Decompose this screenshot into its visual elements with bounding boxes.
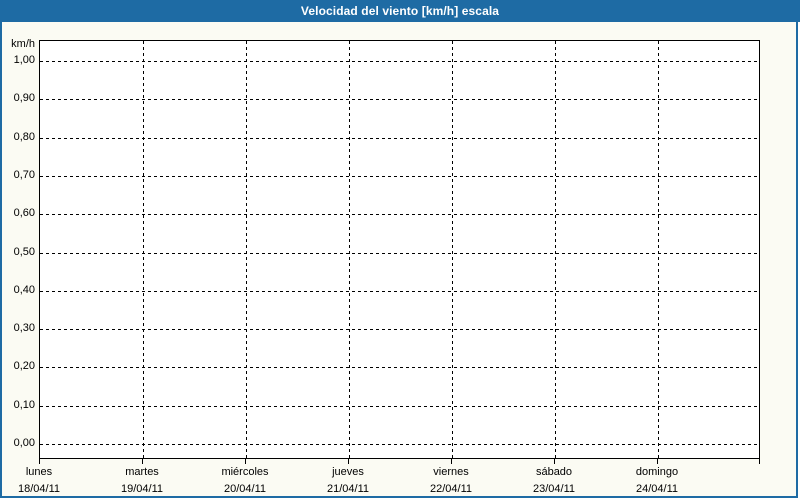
y-axis-tick-label: 0,00 xyxy=(13,437,35,449)
h-gridline xyxy=(40,406,759,407)
h-gridline xyxy=(40,367,759,368)
y-axis-tick-label: 0,20 xyxy=(13,360,35,372)
x-axis-date-label: 18/04/11 xyxy=(17,483,60,495)
x-axis-category-label: jueves 21/04/11 xyxy=(293,465,403,496)
y-axis-tick-label: 0,70 xyxy=(13,169,35,181)
x-axis-tick xyxy=(451,459,452,464)
x-axis-category-label: lunes 18/04/11 xyxy=(0,465,94,496)
x-axis-day-label: martes xyxy=(125,466,159,478)
x-axis-category-label: miércoles 20/04/11 xyxy=(190,465,300,496)
h-gridline xyxy=(40,176,759,177)
h-gridline xyxy=(40,99,759,100)
h-gridline xyxy=(40,138,759,139)
x-axis-tick xyxy=(142,459,143,464)
chart-window: Velocidad del viento [km/h] escala km/h … xyxy=(0,0,800,500)
y-axis-tick-label: 0,90 xyxy=(13,92,35,104)
x-axis-day-label: lunes xyxy=(25,466,53,478)
x-axis-day-label: miércoles xyxy=(221,466,269,478)
x-axis-day-label: domingo xyxy=(635,466,679,478)
x-axis-date-label: 24/04/11 xyxy=(635,483,678,495)
y-axis-tick-label: 1,00 xyxy=(13,54,35,66)
h-gridline xyxy=(40,444,759,445)
v-gridline xyxy=(143,41,144,458)
v-gridline xyxy=(658,41,659,458)
v-gridline xyxy=(246,41,247,458)
x-axis-category-label: martes 19/04/11 xyxy=(87,465,197,496)
x-axis-day-label: sábado xyxy=(535,466,573,478)
h-gridline xyxy=(40,61,759,62)
h-gridline xyxy=(40,329,759,330)
x-axis-date-label: 23/04/11 xyxy=(532,483,575,495)
y-axis-tick-label: 0,40 xyxy=(13,284,35,296)
x-axis-category-label: viernes 22/04/11 xyxy=(396,465,506,496)
plot-area xyxy=(39,40,760,459)
x-axis-date-label: 20/04/11 xyxy=(223,483,266,495)
x-axis-date-label: 22/04/11 xyxy=(429,483,472,495)
v-gridline xyxy=(349,41,350,458)
y-axis-tick-label: 0,10 xyxy=(13,399,35,411)
x-axis-day-label: viernes xyxy=(433,466,469,478)
y-axis-tick-label: 0,50 xyxy=(13,246,35,258)
y-axis-unit-label: km/h xyxy=(11,38,35,50)
v-gridline xyxy=(555,41,556,458)
x-axis-tick xyxy=(657,459,658,464)
x-axis-tick xyxy=(759,459,760,464)
y-axis-tick-label: 0,30 xyxy=(13,322,35,334)
x-axis-tick xyxy=(39,459,40,464)
x-axis-day-label: jueves xyxy=(332,466,364,478)
chart-title: Velocidad del viento [km/h] escala xyxy=(300,4,500,18)
y-axis-tick-label: 0,80 xyxy=(13,131,35,143)
x-axis-category-label: domingo 24/04/11 xyxy=(602,465,712,496)
x-axis-date-label: 19/04/11 xyxy=(120,483,163,495)
v-gridline xyxy=(452,41,453,458)
h-gridline xyxy=(40,291,759,292)
chart-title-bar: Velocidad del viento [km/h] escala xyxy=(0,0,800,22)
h-gridline xyxy=(40,253,759,254)
y-axis-tick-label: 0,60 xyxy=(13,207,35,219)
x-axis-tick xyxy=(245,459,246,464)
x-axis-date-label: 21/04/11 xyxy=(326,483,369,495)
x-axis-tick xyxy=(554,459,555,464)
h-gridline xyxy=(40,214,759,215)
x-axis-category-label: sábado 23/04/11 xyxy=(499,465,609,496)
x-axis-tick xyxy=(348,459,349,464)
